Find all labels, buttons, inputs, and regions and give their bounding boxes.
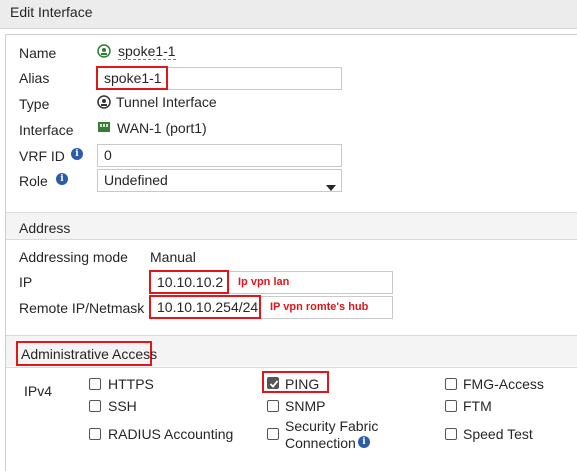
- fmg-access-label[interactable]: FMG-Access: [463, 376, 544, 392]
- info-icon[interactable]: i: [56, 173, 68, 185]
- addressing-mode-value[interactable]: Manual: [150, 249, 196, 265]
- ping-checkbox[interactable]: [267, 377, 279, 389]
- ip-annotation: Ip vpn lan: [238, 276, 290, 288]
- interface-value: WAN-1 (port1): [117, 120, 207, 136]
- fmg-access-checkbox[interactable]: [445, 378, 457, 390]
- alias-value: spoke1-1: [104, 70, 162, 86]
- info-icon[interactable]: i: [71, 148, 83, 160]
- tunnel-icon: [97, 95, 111, 109]
- ftm-label[interactable]: FTM: [463, 398, 492, 414]
- address-section-header: [6, 213, 577, 239]
- ssh-label[interactable]: SSH: [108, 398, 137, 414]
- type-label: Type: [19, 96, 50, 112]
- ftm-checkbox[interactable]: [445, 400, 457, 412]
- snmp-label[interactable]: SNMP: [285, 398, 325, 414]
- ipv4-label: IPv4: [24, 383, 53, 399]
- speed-test-label[interactable]: Speed Test: [463, 426, 533, 442]
- section-divider: [6, 367, 577, 368]
- speed-test-checkbox[interactable]: [445, 428, 457, 440]
- security-fabric-label-line1[interactable]: Security Fabric: [285, 418, 378, 434]
- ping-label[interactable]: PING: [285, 376, 319, 392]
- vrf-id-field[interactable]: 0: [97, 144, 342, 167]
- radius-accounting-label[interactable]: RADIUS Accounting: [108, 426, 233, 442]
- remote-ip-annotation: IP vpn romte's hub: [270, 301, 369, 313]
- vrf-id-label: VRF ID: [19, 148, 65, 164]
- remote-ip-label: Remote IP/Netmask: [19, 300, 145, 316]
- radius-accounting-checkbox[interactable]: [89, 428, 101, 440]
- ip-value: 10.10.10.2: [157, 274, 224, 290]
- interface-label: Interface: [19, 122, 74, 138]
- security-fabric-label-line2[interactable]: Connection: [285, 435, 356, 451]
- role-select-value: Undefined: [104, 172, 168, 188]
- role-label: Role: [19, 173, 48, 189]
- name-label: Name: [19, 45, 57, 61]
- role-select[interactable]: Undefined: [97, 169, 342, 192]
- ssh-checkbox[interactable]: [89, 400, 101, 412]
- type-value: Tunnel Interface: [116, 94, 217, 110]
- https-label[interactable]: HTTPS: [108, 376, 154, 392]
- security-fabric-checkbox[interactable]: [267, 428, 279, 440]
- tunnel-icon: [97, 44, 111, 58]
- section-divider: [6, 239, 577, 240]
- admin-access-title: Administrative Access: [21, 346, 158, 362]
- info-icon[interactable]: i: [358, 436, 370, 448]
- https-checkbox[interactable]: [89, 378, 101, 390]
- remote-ip-value: 10.10.10.254/24: [157, 299, 259, 315]
- dialog-title: Edit Interface: [10, 4, 93, 20]
- port-icon: [97, 120, 111, 134]
- dropdown-arrow-icon: [326, 178, 336, 191]
- addressing-mode-label: Addressing mode: [19, 249, 128, 265]
- alias-label: Alias: [19, 70, 50, 86]
- ip-label: IP: [19, 274, 33, 290]
- snmp-checkbox[interactable]: [267, 400, 279, 412]
- address-section-title: Address: [19, 220, 71, 236]
- interface-name-link[interactable]: spoke1-1: [118, 43, 176, 60]
